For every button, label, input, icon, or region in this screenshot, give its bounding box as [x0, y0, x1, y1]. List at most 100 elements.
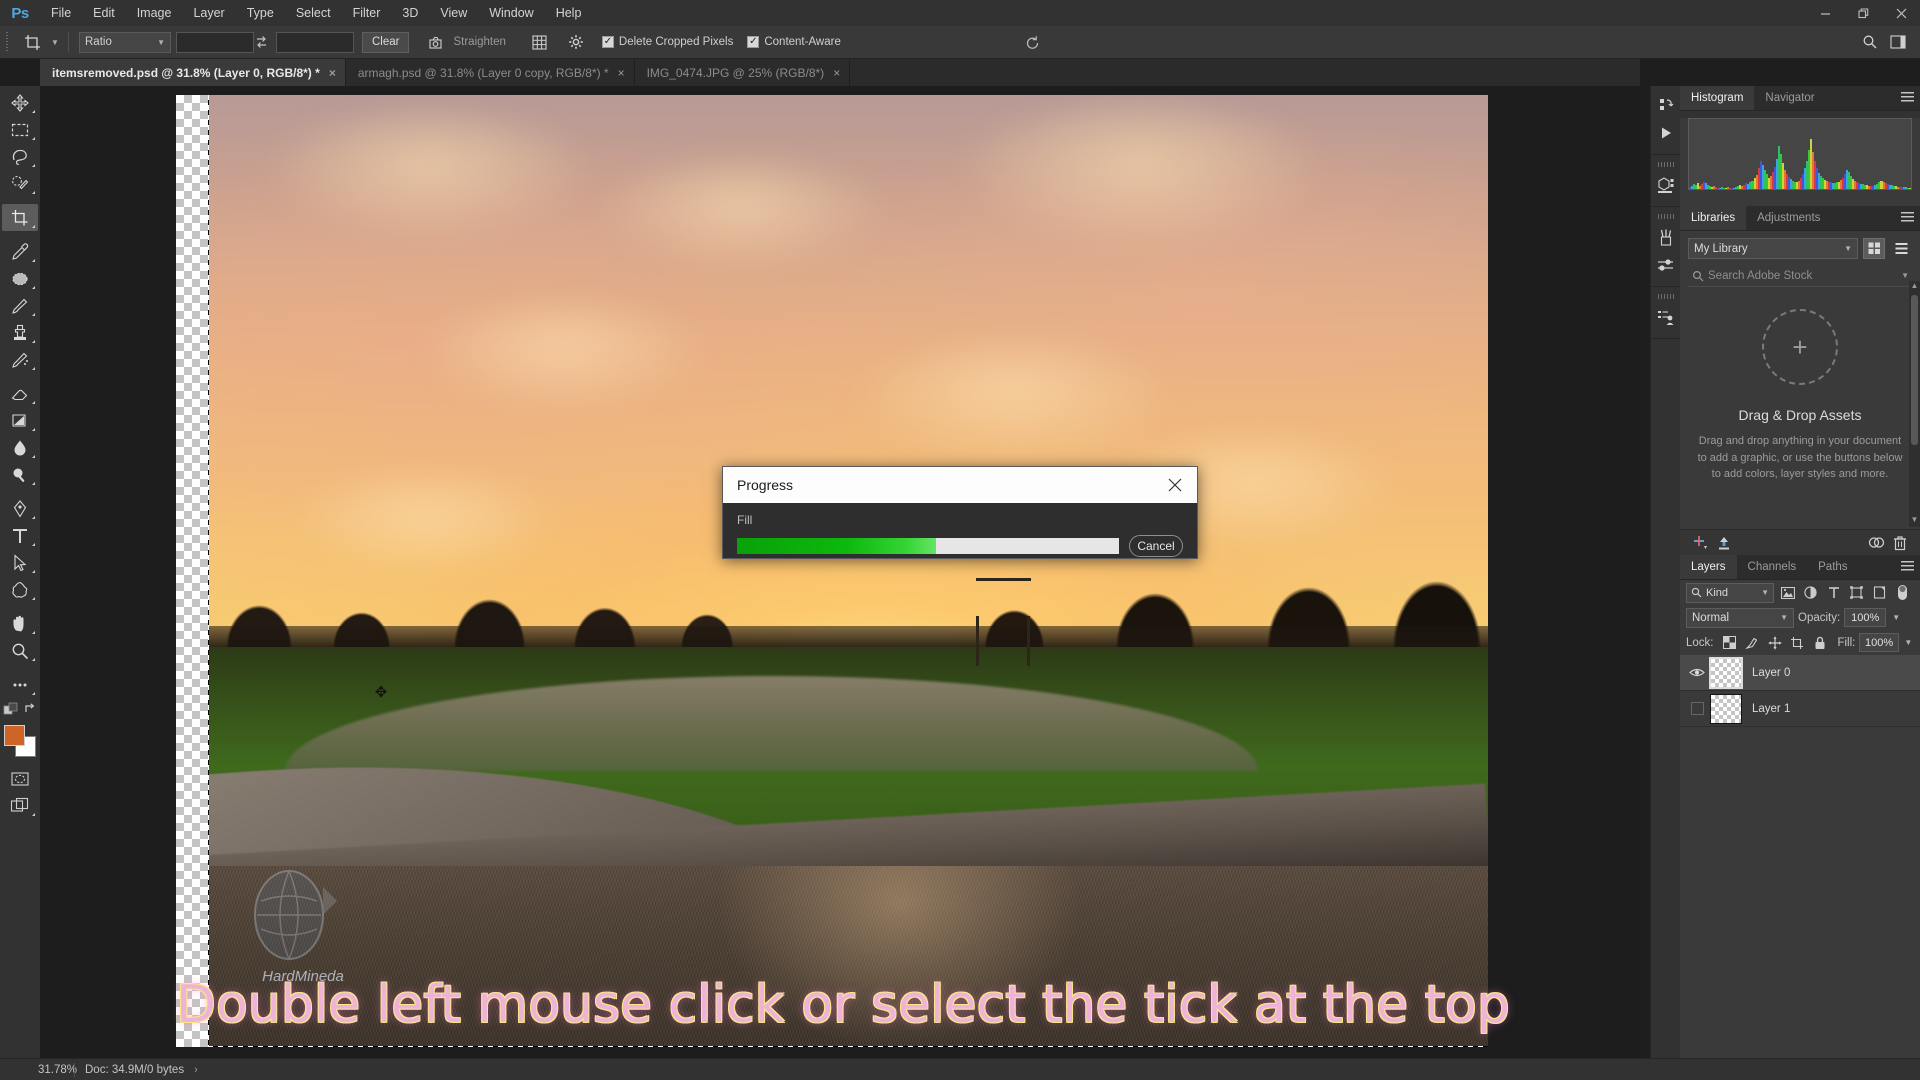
panel-tab-histogram[interactable]: Histogram	[1680, 86, 1755, 110]
opacity-slider-caret-icon[interactable]: ▼	[1890, 613, 1902, 622]
lock-all-icon[interactable]	[1811, 633, 1830, 653]
layer-row[interactable]: Layer 0	[1680, 655, 1920, 691]
spot-healing-brush-tool-icon[interactable]	[2, 265, 38, 292]
cancel-button[interactable]: Cancel	[1129, 535, 1183, 557]
pen-tool-icon[interactable]	[2, 495, 38, 522]
lasso-tool-icon[interactable]	[2, 143, 38, 170]
add-asset-circle-icon[interactable]: +	[1762, 309, 1838, 385]
brush-tool-icon[interactable]	[2, 292, 38, 319]
type-tool-icon[interactable]	[2, 522, 38, 549]
panel-menu-icon[interactable]	[1901, 92, 1914, 103]
rectangular-marquee-tool-icon[interactable]	[2, 116, 38, 143]
dodge-tool-icon[interactable]	[2, 461, 38, 488]
search-icon[interactable]	[1858, 30, 1882, 54]
menu-layer[interactable]: Layer	[182, 0, 235, 26]
blend-mode-select[interactable]: Normal ▼	[1686, 607, 1794, 628]
swap-colors-icon[interactable]	[24, 702, 38, 717]
panel-grip[interactable]	[1657, 214, 1674, 219]
screen-mode-icon[interactable]	[2, 792, 38, 819]
library-select[interactable]: My Library ▼	[1688, 238, 1858, 259]
menu-view[interactable]: View	[429, 0, 478, 26]
menu-select[interactable]: Select	[285, 0, 342, 26]
restore-button[interactable]	[1844, 0, 1882, 26]
drag-drop-assets-area[interactable]: + Drag & Drop Assets Drag and drop anyth…	[1680, 287, 1920, 491]
clone-stamp-tool-icon[interactable]	[2, 319, 38, 346]
eye-hidden-icon[interactable]	[1684, 702, 1710, 715]
close-icon[interactable]: ×	[618, 66, 625, 80]
panel-grip[interactable]	[1657, 162, 1674, 167]
panel-tab-libraries[interactable]: Libraries	[1680, 206, 1747, 230]
eye-visible-icon[interactable]	[1684, 667, 1710, 678]
layer-name[interactable]: Layer 1	[1752, 703, 1790, 715]
scrollbar-thumb[interactable]	[1911, 295, 1918, 445]
3d-icon[interactable]	[1651, 171, 1681, 199]
list-view-icon[interactable]	[1890, 238, 1912, 259]
lock-image-icon[interactable]	[1743, 633, 1762, 653]
smart-object-filter-icon[interactable]	[1870, 583, 1889, 603]
fill-input[interactable]: 100%	[1859, 633, 1899, 652]
menu-filter[interactable]: Filter	[342, 0, 392, 26]
reset-circular-arrow-icon[interactable]	[1021, 30, 1045, 54]
brushes-icon[interactable]	[1651, 223, 1681, 251]
foreground-color-swatch[interactable]	[4, 725, 25, 746]
crop-height-input[interactable]	[276, 31, 354, 53]
brush-settings-icon[interactable]	[1651, 251, 1681, 279]
progress-dialog[interactable]: Progress Fill Cancel	[722, 466, 1198, 559]
panel-menu-icon[interactable]	[1901, 561, 1914, 572]
document-window[interactable]: ✥ HardMineda Double left mouse click or …	[176, 95, 1510, 1047]
blur-tool-icon[interactable]	[2, 434, 38, 461]
pixel-filter-icon[interactable]	[1778, 583, 1797, 603]
adjustment-filter-icon[interactable]	[1801, 583, 1820, 603]
menu-help[interactable]: Help	[545, 0, 593, 26]
lock-transparency-icon[interactable]	[1720, 633, 1739, 653]
quick-mask-icon[interactable]	[2, 765, 38, 792]
upload-icon[interactable]	[1712, 535, 1736, 551]
menu-window[interactable]: Window	[478, 0, 544, 26]
trash-icon[interactable]	[1888, 535, 1912, 551]
eyedropper-tool-icon[interactable]	[2, 238, 38, 265]
document-image[interactable]	[208, 95, 1488, 1047]
add-content-icon[interactable]	[1688, 535, 1712, 551]
lock-artboard-icon[interactable]	[1788, 633, 1807, 653]
crop-tool-icon[interactable]	[16, 30, 48, 54]
type-filter-icon[interactable]	[1824, 583, 1843, 603]
scroll-up-icon[interactable]: ▲	[1909, 281, 1920, 293]
custom-shape-tool-icon[interactable]	[2, 576, 38, 603]
path-selection-tool-icon[interactable]	[2, 549, 38, 576]
history-icon[interactable]	[1651, 91, 1681, 119]
options-bar-grip[interactable]	[5, 32, 13, 52]
document-tab[interactable]: IMG_0474.JPG @ 25% (RGB/8*) ×	[634, 59, 851, 86]
eraser-tool-icon[interactable]	[2, 380, 38, 407]
crop-ratio-select[interactable]: Ratio ▼	[79, 31, 171, 53]
panel-grip[interactable]	[1657, 294, 1674, 299]
chevron-down-icon[interactable]: ▼	[1901, 271, 1912, 280]
move-tool-icon[interactable]	[2, 89, 38, 116]
panel-tab-navigator[interactable]: Navigator	[1754, 86, 1826, 110]
document-tab[interactable]: itemsremoved.psd @ 31.8% (Layer 0, RGB/8…	[40, 59, 346, 86]
workspace-switcher-icon[interactable]	[1886, 30, 1910, 54]
gear-icon[interactable]	[564, 30, 588, 54]
tool-preset-caret-icon[interactable]: ▼	[48, 38, 62, 47]
cc-libraries-icon[interactable]	[1864, 535, 1888, 550]
scroll-down-icon[interactable]: ▼	[1909, 515, 1920, 527]
menu-3d[interactable]: 3D	[391, 0, 429, 26]
clear-button[interactable]: Clear	[362, 31, 410, 53]
panel-tab-layers[interactable]: Layers	[1680, 555, 1737, 579]
close-icon[interactable]: ×	[329, 66, 336, 80]
search-input[interactable]: Search Adobe Stock	[1708, 270, 1901, 282]
opacity-input[interactable]: 100%	[1844, 608, 1887, 627]
document-tab[interactable]: armagh.psd @ 31.8% (Layer 0 copy, RGB/8*…	[345, 59, 635, 86]
quick-selection-tool-icon[interactable]	[2, 170, 38, 197]
straighten-icon[interactable]	[423, 30, 447, 54]
layer-filter-kind-select[interactable]: Kind ▼	[1686, 582, 1774, 603]
zoom-tool-icon[interactable]	[2, 637, 38, 664]
menu-edit[interactable]: Edit	[82, 0, 126, 26]
close-button[interactable]	[1882, 0, 1920, 26]
crop-tool-icon[interactable]	[2, 204, 38, 231]
panel-tab-channels[interactable]: Channels	[1736, 555, 1808, 579]
status-expand-icon[interactable]: ›	[194, 1064, 198, 1076]
content-aware-checkbox[interactable]: ✓ Content-Aware	[747, 36, 841, 48]
menu-image[interactable]: Image	[126, 0, 183, 26]
fill-slider-caret-icon[interactable]: ▼	[1903, 638, 1914, 647]
hand-tool-icon[interactable]	[2, 610, 38, 637]
